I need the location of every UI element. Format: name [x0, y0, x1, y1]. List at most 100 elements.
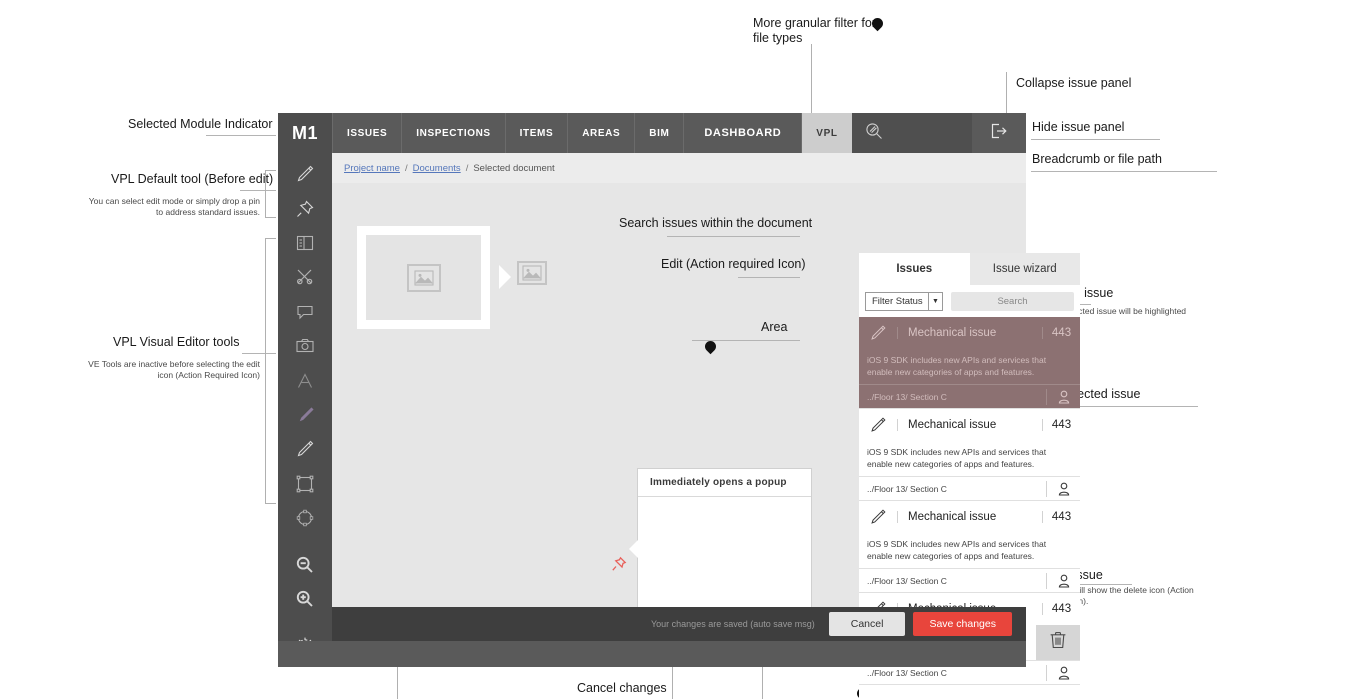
breadcrumb-current-document: Selected document — [473, 162, 555, 174]
save-changes-button[interactable]: Save changes — [913, 612, 1012, 636]
issue-description: iOS 9 SDK includes new APIs and services… — [867, 447, 1047, 469]
popup-title: Immediately opens a popup — [638, 469, 811, 497]
pencil-icon — [294, 438, 316, 460]
pencil-tool-button[interactable] — [290, 436, 320, 462]
issue-title: Mechanical issue — [897, 419, 1042, 431]
application-window: M1 ISSUES INSPECTIONS ITEMS AREAS BIM DA… — [278, 113, 1080, 699]
app-logo[interactable]: M1 — [278, 113, 332, 153]
annotation-search-issues-within-document: Search issues within the document — [619, 216, 813, 230]
issue-filter-row: Filter Status ▼ Search — [859, 285, 1080, 317]
pin-tool-button[interactable] — [290, 195, 320, 221]
issue-row[interactable]: Mechanical issue 443 iOS 9 SDK includes … — [859, 409, 1080, 501]
issue-location-path: ../Floor 13/ Section C — [867, 391, 947, 402]
scissors-tool-button[interactable] — [290, 264, 320, 290]
circle-icon — [295, 508, 315, 528]
avatar-icon[interactable] — [1046, 572, 1080, 589]
nav-tab-areas[interactable]: AREAS — [568, 113, 636, 153]
zoom-out-tool-button[interactable] — [290, 552, 320, 578]
annotation-collapse-issue-panel: Collapse issue panel — [1016, 76, 1132, 90]
nav-tab-vpl[interactable]: VPL — [802, 113, 852, 153]
zoom-in-tool-button[interactable] — [290, 586, 320, 612]
leader-line-save-2 — [762, 667, 763, 699]
comment-tool-button[interactable] — [290, 299, 320, 325]
text-tool-button[interactable] — [290, 367, 320, 393]
avatar-icon[interactable] — [1046, 664, 1080, 681]
popup-tail — [629, 540, 638, 558]
annotation-vpl-default-sub-line1: You can select edit mode or simply drop … — [88, 196, 260, 206]
filter-status-select[interactable]: Filter Status ▼ — [865, 291, 943, 311]
edit-action-required-icon[interactable] — [859, 415, 897, 435]
delete-issue-button[interactable] — [1036, 625, 1080, 660]
brush-icon — [294, 404, 316, 426]
global-search-bar[interactable] — [851, 113, 972, 153]
annotation-hide-issue-panel: Hide issue panel — [1032, 120, 1125, 134]
avatar-icon[interactable] — [1046, 480, 1080, 497]
breadcrumb-documents[interactable]: Documents — [413, 163, 461, 174]
breadcrumb-project-name[interactable]: Project name — [344, 163, 400, 174]
tab-issue-wizard[interactable]: Issue wizard — [970, 253, 1081, 285]
edit-action-required-icon[interactable] — [859, 507, 897, 527]
annotation-rule-search-issues — [667, 236, 800, 237]
issue-footer: ../Floor 13/ Section C — [859, 476, 1080, 500]
zoom-in-icon — [294, 588, 316, 610]
annotation-vpl-visual-editor-tools: VPL Visual Editor tools — [113, 335, 240, 349]
issue-row[interactable]: Mechanical issue 443 iOS 9 SDK includes … — [859, 501, 1080, 593]
document-canvas[interactable]: Immediately opens a popup Issues Issue w… — [332, 183, 1080, 699]
issue-search-button[interactable]: Search — [951, 291, 1074, 311]
issue-description: iOS 9 SDK includes new APIs and services… — [867, 539, 1047, 561]
annotation-vpl-default-sub-line2: to address standard issues. — [156, 207, 260, 217]
issue-number: 443 — [1042, 419, 1080, 431]
rectangle-tool-button[interactable] — [290, 471, 320, 497]
image-thumbnail-placeholder-icon[interactable] — [517, 261, 547, 285]
annotation-rule-breadcrumb — [1031, 171, 1217, 172]
annotation-rule-module — [206, 135, 276, 136]
filter-status-label: Filter Status — [872, 295, 923, 307]
logout-icon — [990, 122, 1008, 145]
rectangle-icon — [295, 474, 315, 494]
camera-tool-button[interactable] — [290, 333, 320, 359]
avatar-icon[interactable] — [1046, 388, 1080, 405]
cancel-button[interactable]: Cancel — [828, 612, 906, 636]
nav-tab-items[interactable]: ITEMS — [506, 113, 569, 153]
leader-line-filter — [811, 44, 812, 113]
nav-tab-dashboard[interactable]: DASHBOARD — [684, 113, 803, 153]
brush-tool-button[interactable] — [290, 402, 320, 428]
leader-line-collapse — [1006, 72, 1007, 113]
scissors-icon — [294, 266, 316, 288]
top-navigation-bar: M1 ISSUES INSPECTIONS ITEMS AREAS BIM DA… — [278, 113, 1026, 153]
layout-icon — [295, 233, 315, 253]
tab-issues[interactable]: Issues — [859, 253, 970, 285]
issue-number: 443 — [1042, 327, 1080, 339]
text-a-icon — [295, 371, 315, 391]
annotation-ve-sub-line1: VE Tools are inactive before selecting t… — [88, 359, 260, 369]
document-preview-frame[interactable] — [357, 226, 490, 329]
annotation-breadcrumb-or-file-path: Breadcrumb or file path — [1032, 152, 1162, 166]
annotation-rule-edit-icon — [738, 277, 800, 278]
issue-header: Mechanical issue 443 — [859, 409, 1080, 441]
edit-action-required-icon[interactable] — [859, 323, 897, 343]
nav-tab-inspections[interactable]: INSPECTIONS — [402, 113, 506, 153]
annotation-rule-hide-panel — [1031, 139, 1160, 140]
nav-tab-bim[interactable]: BIM — [635, 113, 685, 153]
breadcrumb-separator-2: / — [465, 162, 469, 174]
annotation-vpl-default-tool: VPL Default tool (Before edit) — [111, 172, 274, 186]
issue-number: 443 — [1042, 511, 1080, 523]
nav-tab-issues[interactable]: ISSUES — [332, 113, 403, 153]
issue-location-path: ../Floor 13/ Section C — [867, 667, 947, 678]
autosave-message: Your changes are saved (auto save msg) — [650, 619, 815, 629]
pen-icon — [294, 163, 316, 185]
issue-header: Mechanical issue 443 — [859, 501, 1080, 533]
canvas-pushpin-icon[interactable] — [610, 555, 628, 578]
circle-tool-button[interactable] — [290, 505, 320, 531]
issue-row-selected[interactable]: Mechanical issue 443 iOS 9 SDK includes … — [859, 317, 1080, 409]
hide-issue-panel-button[interactable] — [972, 113, 1026, 153]
layout-tool-button[interactable] — [290, 230, 320, 256]
vpl-tool-rail — [278, 153, 332, 667]
issue-title: Mechanical issue — [897, 511, 1042, 523]
camera-icon — [295, 336, 315, 356]
trash-icon — [1049, 630, 1067, 655]
action-bar: Your changes are saved (auto save msg) C… — [332, 607, 1026, 641]
annotation-cancel-changes: Cancel changes — [577, 681, 667, 695]
image-placeholder-icon — [406, 263, 441, 292]
pen-tool-button[interactable] — [290, 161, 320, 187]
